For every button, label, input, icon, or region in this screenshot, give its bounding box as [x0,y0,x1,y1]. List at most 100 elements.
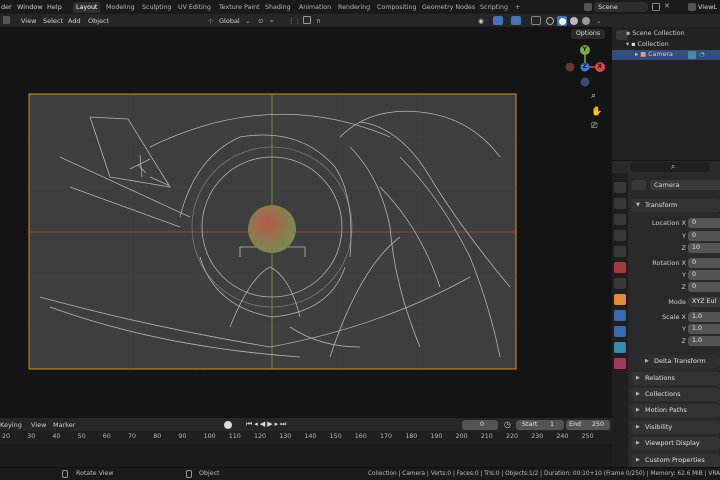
outliner-scene-collection[interactable]: ▪ Scene Collection [626,29,685,39]
outliner-camera-row[interactable]: ▸ ■ Camera ◔ [612,50,720,60]
3d-viewport[interactable] [0,27,612,418]
physics-tab-icon[interactable] [614,326,626,337]
tab-animation[interactable]: Animation [296,2,334,13]
data-tab-icon[interactable] [614,358,626,369]
location-x-field[interactable]: 0 [688,218,720,228]
scale-x-field[interactable]: 1.0 [688,312,720,322]
chevron-down-icon[interactable]: ⌄ [596,16,601,26]
playback-controls[interactable]: ⏮◂◀▶▸⏭ [246,420,288,429]
snap-target-icon[interactable]: ⋮⋮ [288,16,301,26]
tab-uv-editing[interactable]: UV Editing [175,2,214,13]
proportional-edit-icon[interactable] [303,16,311,24]
world-tab-icon[interactable] [614,262,626,273]
chevron-down-icon[interactable]: ⌄ [245,16,250,26]
menu-select[interactable]: Select [43,16,63,26]
view-layer-selector[interactable]: ViewL [698,2,720,12]
falloff-icon[interactable]: ∩ [316,16,321,26]
view-layer-tab-icon[interactable] [614,230,626,241]
tool-tab-icon[interactable] [614,182,626,193]
object-type-dropdown[interactable] [632,180,646,190]
frame-tick-label: 120 [254,433,267,440]
snap-icon[interactable]: ⌁ [270,16,274,26]
modifier-tab-icon[interactable] [614,310,626,321]
menu-help[interactable]: Help [47,2,62,12]
location-y-field[interactable]: 0 [688,231,720,241]
location-z-field[interactable]: 10 [688,243,720,253]
overlay-toggle-icon[interactable] [511,16,521,25]
scene-tab-icon[interactable] [614,246,626,257]
transform-orientation-dropdown[interactable]: Global [219,16,240,26]
visibility-panel-header[interactable]: ▶ Visibility [631,421,720,434]
visibility-icon[interactable]: ◉ [478,16,484,26]
menu-add[interactable]: Add [68,16,81,26]
collections-panel-header[interactable]: ▶ Collections [631,388,720,401]
object-tab-icon[interactable] [614,294,626,305]
custom-properties-panel-header[interactable]: ▶ Custom Properties [631,454,720,467]
tab-geometry-nodes[interactable]: Geometry Nodes [419,2,478,13]
collapsed-arrow-icon: ▶ [636,440,640,446]
frame-tick-label: 170 [380,433,393,440]
tab-modeling[interactable]: Modeling [103,2,138,13]
menu-marker[interactable]: Marker [53,420,75,430]
menu-object[interactable]: Object [88,16,109,26]
frame-tick-label: 190 [430,433,443,440]
tab-sculpting[interactable]: Sculpting [139,2,174,13]
rotation-mode-dropdown[interactable]: XYZ Eul [688,297,720,307]
timeline-track-area[interactable] [0,444,612,467]
pivot-icon[interactable]: ⊙ [258,16,263,26]
end-frame-field[interactable]: End 250 [566,420,610,430]
camera-view-icon[interactable]: ⎚ [591,121,597,131]
tab-shading[interactable]: Shading [262,2,294,13]
tab-compositing[interactable]: Compositing [374,2,419,13]
rotation-z-field[interactable]: 0 [688,282,720,292]
duplicate-icon[interactable] [652,3,660,11]
scale-y-field[interactable]: 1.0 [688,324,720,334]
collapsed-arrow-icon: ▶ [636,457,640,463]
tab-texture-paint[interactable]: Texture Paint [216,2,263,13]
clock-icon: ◷ [504,420,511,429]
close-icon[interactable]: ✕ [664,2,670,10]
rotation-z-label: Z [681,283,686,291]
constraints-tab-icon[interactable] [614,342,626,353]
render-tab-icon[interactable] [614,198,626,209]
wireframe-shading-icon[interactable] [546,17,554,25]
transform-panel-header[interactable]: ▼ Transform [631,199,720,212]
menu-view[interactable]: View [21,16,36,26]
tab-rendering[interactable]: Rendering [335,2,373,13]
xray-icon[interactable] [531,16,541,25]
menu-file-render[interactable]: der [1,2,12,12]
options-dropdown[interactable]: Options [571,29,605,39]
properties-search-input[interactable] [630,162,710,172]
menu-timeline-view[interactable]: View [31,420,46,430]
motion-paths-panel-header[interactable]: ▶ Motion Paths [631,404,720,417]
pan-hand-icon[interactable]: ✋ [591,107,602,117]
scene-selector[interactable]: Scene [594,2,648,12]
collapsed-arrow-icon: ▶ [636,375,640,381]
current-frame-field[interactable]: 0 [462,420,498,430]
collection-tab-icon[interactable] [614,278,626,289]
output-tab-icon[interactable] [614,214,626,225]
object-name-field[interactable]: Camera [650,180,720,190]
gizmo-toggle-icon[interactable] [493,16,503,25]
menu-keying[interactable]: Keying [0,420,22,430]
frame-tick-label: 60 [102,433,111,440]
delta-transform-panel-header[interactable]: ▶ Delta Transform [640,355,720,368]
record-icon[interactable] [224,421,232,429]
orientation-icon: ⊹ [208,17,214,25]
material-shading-icon[interactable] [570,17,578,25]
frame-tick-label: 140 [304,433,317,440]
tab-scripting[interactable]: Scripting [477,2,511,13]
rendered-shading-icon[interactable] [582,17,590,25]
viewport-display-panel-header[interactable]: ▶ Viewport Display [631,437,720,450]
scale-z-field[interactable]: 1.0 [688,336,720,346]
outliner-collection[interactable]: ▾ ▪ Collection [626,40,669,50]
add-workspace-button[interactable]: + [512,2,523,13]
menu-window[interactable]: Window [17,2,43,12]
start-frame-field[interactable]: Start 1 [516,420,564,430]
rotation-y-field[interactable]: 0 [688,270,720,280]
editor-type-icon[interactable] [3,16,10,24]
zoom-icon[interactable]: ⌕ [591,91,596,101]
relations-panel-header[interactable]: ▶ Relations [631,372,720,385]
rotation-x-field[interactable]: 0 [688,258,720,268]
tab-layout[interactable]: Layout [73,2,101,13]
